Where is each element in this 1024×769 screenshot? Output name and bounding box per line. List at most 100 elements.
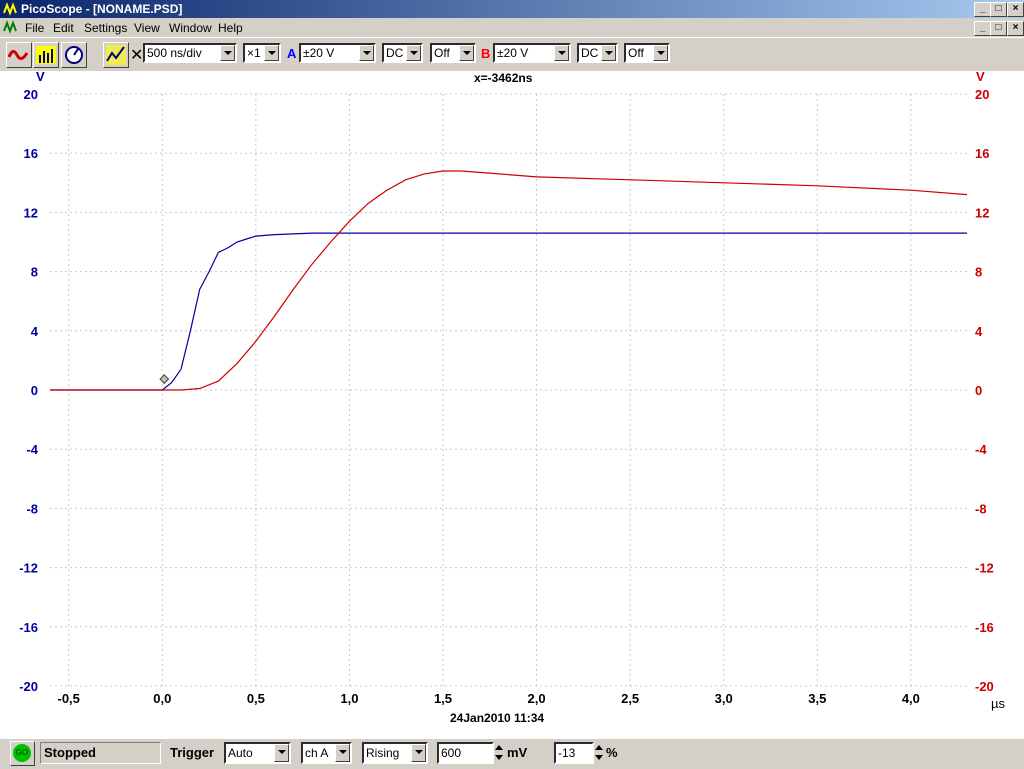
y-tick-label-left: 0 (31, 383, 38, 398)
chevron-down-icon[interactable] (406, 45, 421, 61)
status-text: Stopped (44, 745, 96, 760)
window-title: PicoScope - [NONAME.PSD] (21, 2, 183, 16)
menu-file[interactable]: File (25, 21, 44, 35)
channel-b-extra-select[interactable]: Off (624, 43, 670, 63)
y-tick-label-right: 4 (975, 324, 983, 339)
trace-button[interactable] (103, 42, 129, 68)
chevron-down-icon[interactable] (601, 45, 616, 61)
y-tick-label-right: 0 (975, 383, 982, 398)
y-tick-label-right: -20 (975, 679, 994, 694)
capture-timestamp: 24Jan2010 11:34 (450, 711, 544, 725)
x-tick-label: 1,5 (434, 691, 452, 706)
x-axis-unit: µs (991, 696, 1005, 711)
x-tick-label: 0,5 (247, 691, 265, 706)
y-tick-label-right: -4 (975, 442, 987, 457)
trigger-delay-value: -13 (558, 746, 576, 760)
chevron-down-icon[interactable] (411, 744, 426, 762)
channel-b-coupling-select[interactable]: DC (577, 43, 618, 63)
scope-icon (7, 50, 29, 60)
y-tick-label-left: 8 (31, 265, 38, 280)
threshold-value: 600 (441, 746, 462, 760)
x-tick-label: 0,0 (153, 691, 171, 706)
x-axis-icon: ✕ (130, 47, 144, 64)
left-y-axis: 20 16 12 8 4 0 -4 -8 -12 -16 -20 (19, 87, 39, 694)
channel-a-range-select[interactable]: ±20 V (299, 43, 376, 63)
menu-help[interactable]: Help (218, 21, 243, 35)
spectrum-mode-button[interactable] (33, 42, 59, 68)
maximize-button[interactable]: □ (990, 2, 1007, 17)
trigger-mode-select[interactable]: Auto (224, 742, 291, 764)
y-tick-label-left: -20 (19, 679, 38, 694)
y-tick-label-left: 4 (31, 324, 39, 339)
trace-icon (106, 45, 126, 65)
y-tick-label-left: -4 (26, 442, 38, 457)
trigger-marker (159, 374, 170, 385)
trigger-mode: Auto (228, 746, 253, 760)
trigger-edge-select[interactable]: Rising (362, 742, 428, 764)
doc-restore-button[interactable]: □ (990, 21, 1007, 36)
threshold-unit: mV (507, 745, 528, 760)
trigger-delay-unit: % (606, 745, 618, 760)
chevron-down-icon[interactable] (459, 45, 474, 61)
chevron-down-icon[interactable] (359, 45, 374, 61)
y-tick-label-right: -16 (975, 620, 994, 635)
timebase-select[interactable]: 500 ns/div (143, 43, 237, 63)
y-tick-label-right: 16 (975, 146, 989, 161)
minimize-button[interactable]: _ (974, 2, 991, 17)
channel-a-extra: Off (434, 46, 450, 60)
channel-b-range: ±20 V (497, 46, 529, 60)
y-tick-label-right: -8 (975, 501, 987, 516)
x-tick-label: 2,0 (528, 691, 546, 706)
chevron-down-icon[interactable] (274, 744, 289, 762)
chevron-down-icon[interactable] (653, 45, 668, 61)
go-button[interactable]: GO (10, 741, 35, 766)
trigger-label: Trigger (170, 745, 215, 760)
chevron-down-icon[interactable] (335, 744, 350, 762)
oscilloscope-chart[interactable]: 20 16 12 8 4 0 -4 -8 -12 -16 -20 20 16 12 8 4 0 -4 -8 -12 -… (0, 69, 1024, 738)
spectrum-icon (36, 46, 56, 64)
x-tick-label: -0,5 (58, 691, 80, 706)
y-tick-label-right: 12 (975, 205, 989, 220)
menu-edit[interactable]: Edit (53, 21, 74, 35)
zoom-select[interactable]: ×1 (243, 43, 281, 63)
chevron-down-icon[interactable] (220, 45, 235, 61)
scope-plot-area[interactable]: 20 16 12 8 4 0 -4 -8 -12 -16 -20 20 16 12 8 4 0 -4 -8 -12 -… (0, 69, 1024, 738)
doc-close-button[interactable]: × (1007, 21, 1024, 36)
cursor-readout: x=-3462ns (474, 71, 533, 85)
scope-mode-button[interactable] (6, 42, 32, 68)
menu-settings[interactable]: Settings (84, 21, 127, 35)
trigger-channel: ch A (305, 746, 329, 760)
meter-mode-button[interactable] (61, 42, 87, 68)
chevron-down-icon[interactable] (554, 45, 569, 61)
menu-window[interactable]: Window (169, 21, 212, 35)
x-tick-label: 3,5 (808, 691, 826, 706)
right-y-axis: 20 16 12 8 4 0 -4 -8 -12 -16 -20 (975, 87, 994, 694)
document-icon[interactable] (3, 19, 19, 35)
toolbar: ✕ 500 ns/div ×1 A ±20 V DC Off B ±20 V D… (0, 37, 1024, 73)
left-axis-unit: V (36, 71, 45, 84)
trigger-channel-select[interactable]: ch A (301, 742, 352, 764)
menu-bar: File Edit Settings View Window Help _ □ … (0, 18, 1024, 37)
series-line-a (50, 232, 967, 391)
y-tick-label-left: -16 (19, 620, 38, 635)
close-button[interactable]: × (1007, 2, 1024, 17)
trigger-edge: Rising (366, 746, 400, 760)
y-tick-label-left: -12 (19, 561, 38, 576)
threshold-input[interactable]: 600 (437, 742, 494, 764)
trigger-delay-spinner[interactable] (594, 742, 604, 764)
channel-b-range-select[interactable]: ±20 V (493, 43, 571, 63)
channel-b-extra: Off (628, 46, 644, 60)
x-tick-label: 1,0 (340, 691, 358, 706)
x-axis: -0,5 0,0 0,5 1,0 1,5 2,0 2,5 3,0 3,5 4,0 (58, 691, 920, 706)
channel-a-coupling-select[interactable]: DC (382, 43, 423, 63)
chevron-down-icon[interactable] (264, 45, 279, 61)
right-axis-unit: V (976, 71, 985, 84)
doc-minimize-button[interactable]: _ (974, 21, 991, 36)
threshold-spinner[interactable] (494, 742, 504, 764)
channel-b-coupling: DC (581, 46, 599, 60)
trigger-delay-input[interactable]: -13 (554, 742, 594, 764)
channel-a-extra-select[interactable]: Off (430, 43, 476, 63)
menu-view[interactable]: View (134, 21, 160, 35)
title-bar: PicoScope - [NONAME.PSD] _ □ × (0, 0, 1024, 18)
chart-traces (50, 170, 968, 391)
